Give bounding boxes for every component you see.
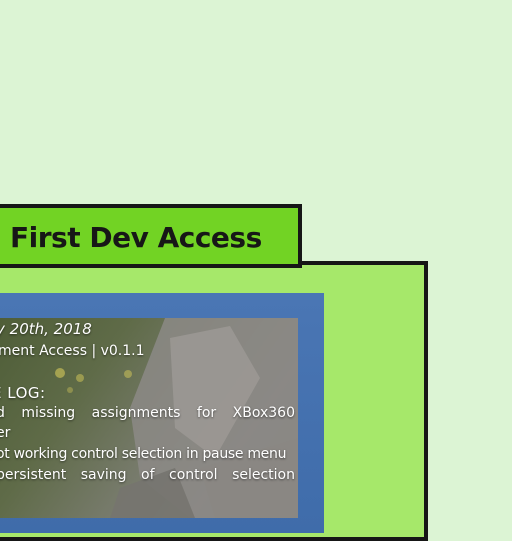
access-version: ment Access | v0.1.1 <box>0 343 145 359</box>
changelog-entry: d missing assignments for XBox360 <box>0 405 295 421</box>
changelog-heading: E LOG: <box>0 384 46 402</box>
page-title: First Dev Access <box>10 221 262 254</box>
title-tab: First Dev Access <box>0 204 302 268</box>
release-date: y 20th, 2018 <box>0 320 92 338</box>
changelog-entry: persistent saving of control selection <box>0 467 295 483</box>
changelog-entry: er <box>0 425 11 441</box>
changelog-entry: ot working control selection in pause me… <box>0 446 287 462</box>
